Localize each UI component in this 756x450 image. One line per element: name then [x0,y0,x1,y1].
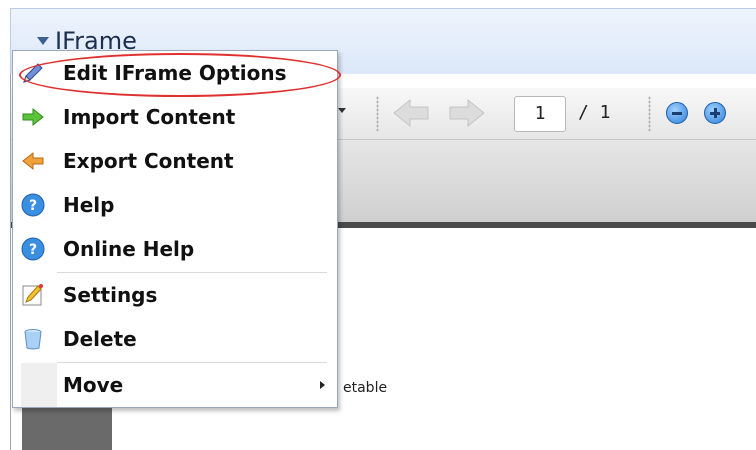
orange-arrow-left-icon [22,151,44,171]
help-icon: ? [21,193,45,217]
menu-item-label: Move [63,373,124,397]
svg-text:?: ? [29,242,37,258]
menu-item-delete[interactable]: Delete [13,317,337,361]
menu-item-export-content[interactable]: Export Content [13,139,337,183]
submenu-arrow-icon [320,381,325,389]
menu-item-move[interactable]: Move [13,363,337,407]
previous-page-icon[interactable] [392,98,430,128]
settings-pencil-icon [22,284,43,306]
portlet-context-menu: Edit IFrame Options Import Content Expor… [12,50,341,408]
toolbar-separator [376,96,379,132]
next-page-icon[interactable] [448,98,486,128]
toolbar-separator [648,96,651,132]
menu-item-label: Online Help [63,237,195,261]
triangle-down-icon[interactable] [37,37,49,45]
menu-item-import-content[interactable]: Import Content [13,95,337,139]
zoom-out-icon[interactable] [666,102,688,124]
trash-icon [24,329,42,350]
help-icon: ? [21,237,45,261]
menu-item-help[interactable]: ? Help [13,183,337,227]
menu-item-label: Settings [63,283,158,307]
page-number-input[interactable]: 1 [514,96,566,132]
menu-icon-placeholder [21,363,57,407]
background-text: etable [343,380,388,396]
menu-item-label: Edit IFrame Options [63,61,287,85]
menu-item-online-help[interactable]: ? Online Help [13,227,337,271]
menu-item-label: Export Content [63,149,234,173]
menu-item-label: Help [63,193,115,217]
svg-text:?: ? [29,198,37,214]
menu-item-edit-iframe-options[interactable]: Edit IFrame Options [13,51,337,95]
pencil-icon [23,63,43,83]
grey-panel [22,404,112,450]
zoom-in-icon[interactable] [704,102,726,124]
menu-item-label: Delete [63,327,137,351]
dropdown-arrow-icon[interactable] [338,108,346,113]
page-total: / 1 [578,102,611,123]
menu-item-label: Import Content [63,105,236,129]
green-arrow-right-icon [22,107,44,127]
menu-item-settings[interactable]: Settings [13,273,337,317]
